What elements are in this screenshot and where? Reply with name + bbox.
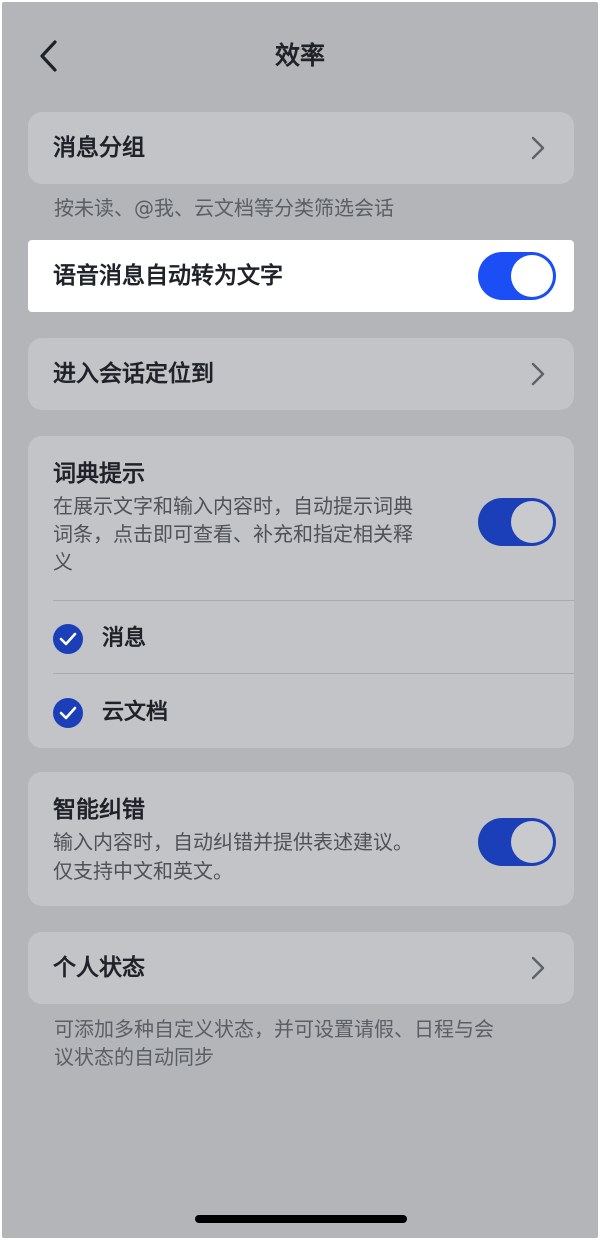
toggle-knob [511,821,553,863]
checkmark-icon[interactable] [53,624,83,654]
session-locate-label: 进入会话定位到 [53,361,214,387]
smart-correction-desc-line-1: 输入内容时，自动纠错并提供表述建议。 [53,830,413,854]
personal-status-note-line-2: 议状态的自动同步 [54,1045,214,1069]
divider [53,600,574,601]
dictionary-desc-line-1: 在展示文字和输入内容时，自动提示词典 [53,494,413,518]
personal-status-label: 个人状态 [53,955,145,981]
message-group-label: 消息分组 [53,135,145,161]
settings-screen: 效率 消息分组 按未读、@我、云文档等分类筛选会话 语音消息自动转为文字 进入会… [2,2,598,1238]
smart-correction-desc-line-2: 仅支持中文和英文。 [53,859,233,883]
home-indicator [195,1215,407,1223]
dictionary-option-docs[interactable]: 云文档 [102,697,168,729]
dictionary-label: 词典提示 [53,461,145,487]
personal-status-row[interactable]: 个人状态 [28,932,574,1004]
chevron-right-icon [528,360,548,388]
personal-status-note-line-1: 可添加多种自定义状态，并可设置请假、日程与会 [54,1017,494,1041]
smart-correction-label: 智能纠错 [53,797,145,823]
voice-to-text-row: 语音消息自动转为文字 [28,240,574,312]
message-group-row[interactable]: 消息分组 [28,112,574,184]
toggle-knob [511,501,553,543]
chevron-right-icon [528,954,548,982]
dictionary-option-messages[interactable]: 消息 [102,623,146,655]
voice-to-text-toggle[interactable] [478,252,556,300]
smart-correction-toggle[interactable] [478,818,556,866]
checkmark-icon[interactable] [53,698,83,728]
back-button[interactable] [30,36,66,76]
divider [53,673,574,674]
toggle-knob [511,255,553,297]
dictionary-toggle[interactable] [478,498,556,546]
voice-to-text-label: 语音消息自动转为文字 [53,263,283,289]
nav-bar: 效率 [2,2,598,106]
dictionary-desc-line-3: 义 [53,550,73,574]
smart-correction-card: 智能纠错 输入内容时，自动纠错并提供表述建议。 仅支持中文和英文。 [28,772,574,906]
session-locate-row[interactable]: 进入会话定位到 [28,338,574,410]
chevron-left-icon [40,40,57,72]
message-group-note: 按未读、@我、云文档等分类筛选会话 [54,196,394,220]
dictionary-desc-line-2: 词条，点击即可查看、补充和指定相关释 [53,522,413,546]
dictionary-card: 词典提示 在展示文字和输入内容时，自动提示词典 词条，点击即可查看、补充和指定相… [28,436,574,748]
page-title: 效率 [274,41,325,70]
chevron-right-icon [528,134,548,162]
